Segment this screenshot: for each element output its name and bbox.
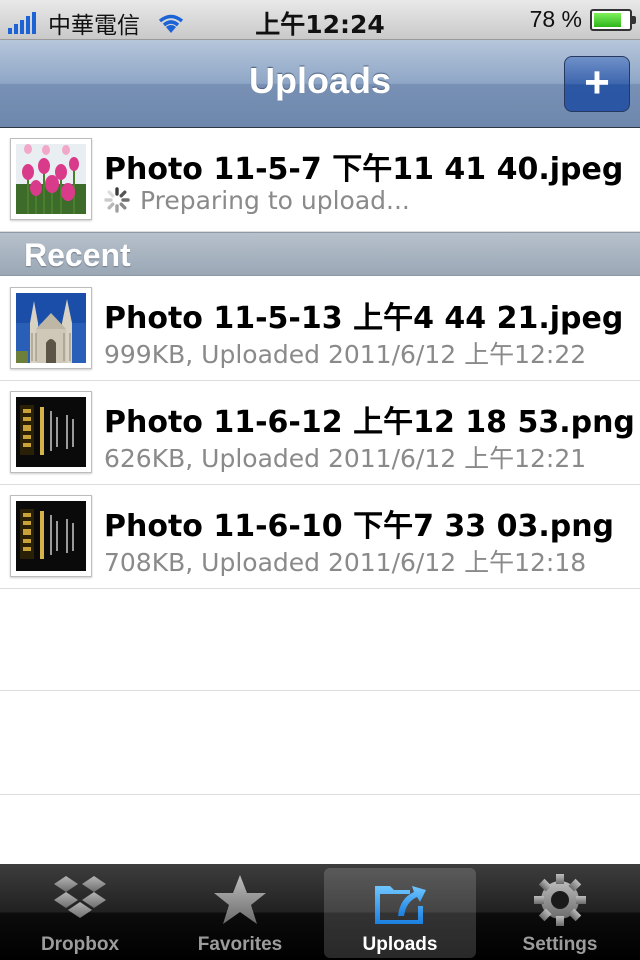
photo-thumbnail <box>10 495 92 577</box>
tab-label: Favorites <box>197 934 283 955</box>
tab-uploads[interactable]: Uploads <box>320 864 480 960</box>
tab-dropbox[interactable]: Dropbox <box>0 864 160 960</box>
photo-thumbnail <box>10 287 92 369</box>
tab-label: Uploads <box>362 934 438 955</box>
tulips-thumbnail-image <box>16 144 86 214</box>
tab-settings[interactable]: Settings <box>480 864 640 960</box>
tab-favorites[interactable]: Favorites <box>160 864 320 960</box>
recent-row-3[interactable]: Photo 11-6-10 下午7 33 03.png 708KB, Uploa… <box>0 485 640 589</box>
section-header-label: Recent <box>24 237 131 273</box>
recent-row-2[interactable]: Photo 11-6-12 上午12 18 53.png 626KB, Uplo… <box>0 381 640 485</box>
card-thumbnail-image <box>16 501 86 571</box>
photo-thumbnail <box>10 138 92 220</box>
battery-icon <box>590 8 636 31</box>
page-title: Uploads <box>248 60 391 101</box>
gear-icon <box>534 874 586 926</box>
battery-percent: 78 % <box>529 6 582 32</box>
file-name: Photo 11-6-10 下午7 33 03.png <box>104 509 615 544</box>
navigation-bar: Uploads + <box>0 40 640 128</box>
tab-bar: Dropbox Favorites Uploads Settings <box>0 864 640 960</box>
cathedral-thumbnail-image <box>16 293 86 363</box>
tab-label: Dropbox <box>40 934 120 955</box>
photo-thumbnail <box>10 391 92 473</box>
status-right: 78 % <box>529 6 636 33</box>
file-details: 708KB, Uploaded 2011/6/12 上午12:18 <box>104 548 587 577</box>
pending-file-name: Photo 11-5-7 下午11 41 40.jpeg <box>104 152 624 187</box>
star-icon <box>214 875 266 924</box>
card-thumbnail-image <box>16 397 86 467</box>
pending-upload-row[interactable]: Photo 11-5-7 下午11 41 40.jpeg Preparing t… <box>0 128 640 232</box>
status-bar: 中華電信 上午12:24 78 % <box>0 0 640 40</box>
battery-fill <box>594 12 621 27</box>
recent-row-1[interactable]: Photo 11-5-13 上午4 44 21.jpeg 999KB, Uplo… <box>0 277 640 381</box>
file-details: 999KB, Uploaded 2011/6/12 上午12:22 <box>104 340 587 369</box>
upload-folder-icon <box>375 886 426 924</box>
table-separator <box>0 690 640 691</box>
file-details: 626KB, Uploaded 2011/6/12 上午12:21 <box>104 444 587 473</box>
dropbox-icon <box>54 876 106 918</box>
section-header-recent: Recent <box>0 232 640 276</box>
pending-status-text: Preparing to upload... <box>140 186 410 215</box>
file-name: Photo 11-5-13 上午4 44 21.jpeg <box>104 301 624 336</box>
table-separator <box>0 794 640 795</box>
tab-label: Settings <box>522 934 598 955</box>
file-name: Photo 11-6-12 上午12 18 53.png <box>104 405 635 440</box>
pending-status: Preparing to upload... <box>104 186 410 215</box>
add-upload-button[interactable]: + <box>564 56 630 112</box>
spinner-icon <box>104 187 130 213</box>
